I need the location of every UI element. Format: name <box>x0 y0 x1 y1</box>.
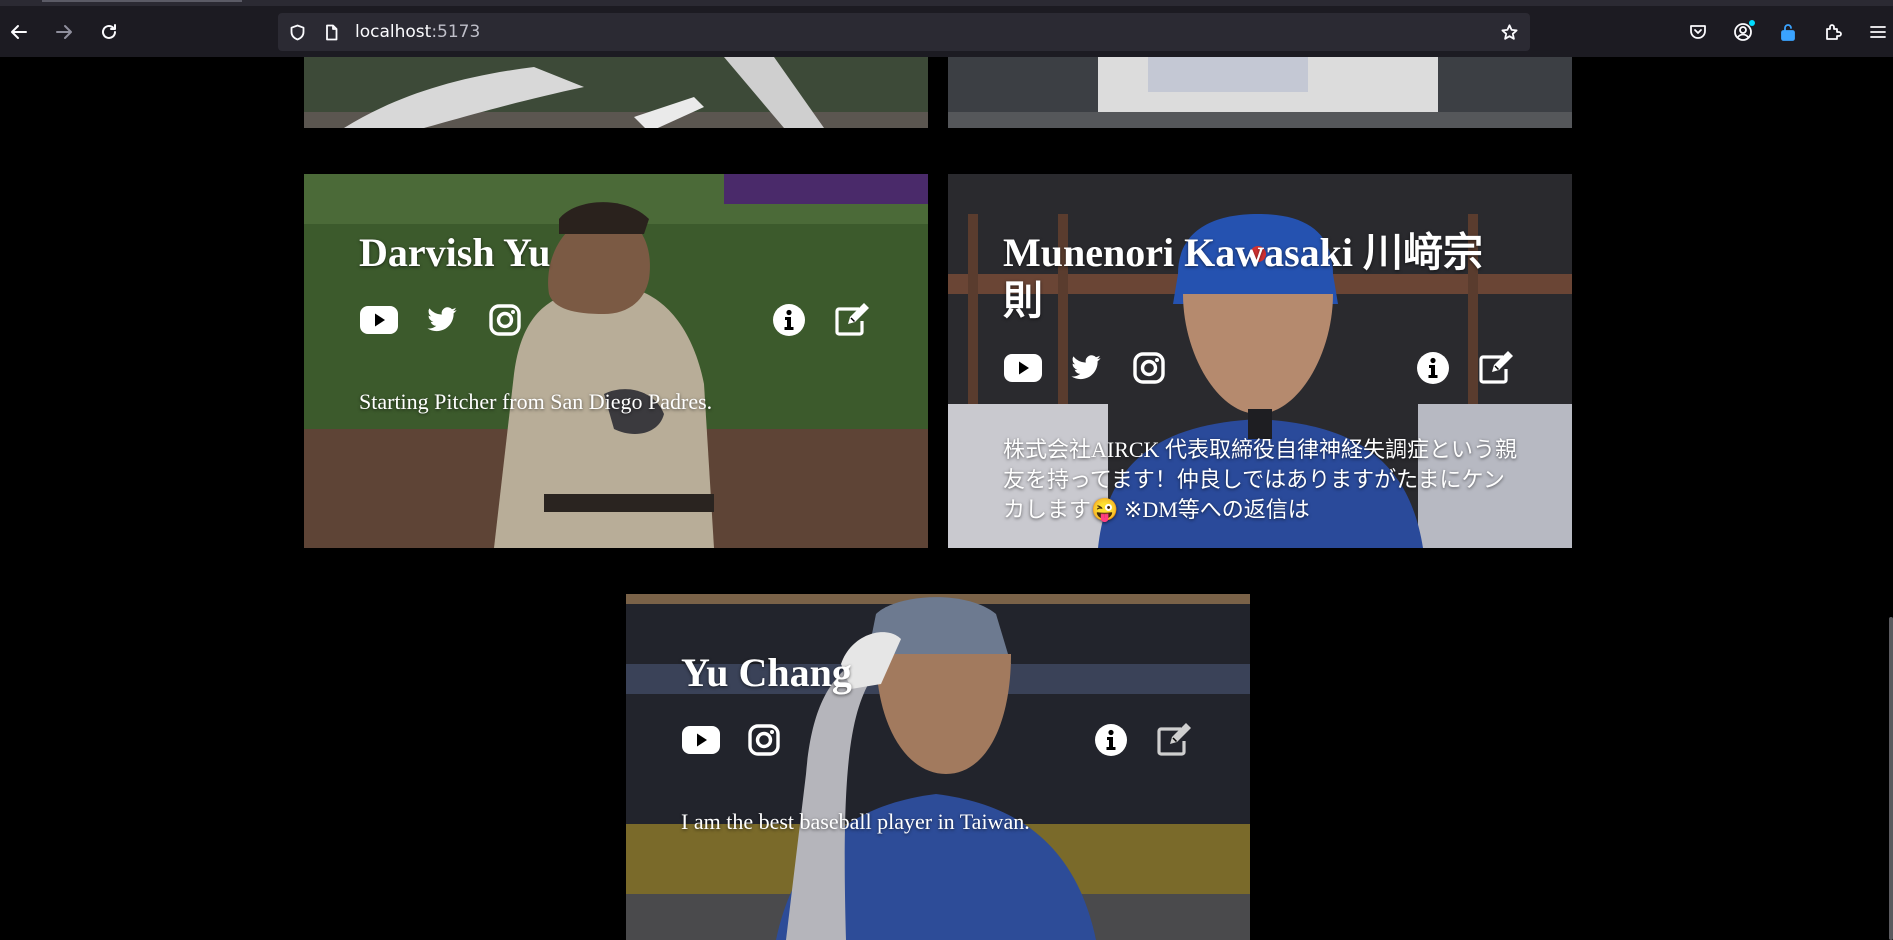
bookmark-star-icon[interactable] <box>1499 22 1519 42</box>
player-card: Yu Chang I am the best baseball player i… <box>626 594 1250 940</box>
extensions-icon[interactable] <box>1817 16 1849 48</box>
twitter-icon[interactable] <box>422 301 462 339</box>
unlock-icon[interactable] <box>1772 16 1804 48</box>
edit-icon[interactable] <box>1154 721 1194 759</box>
tab-strip <box>0 0 1893 6</box>
player-description: Starting Pitcher from San Diego Padres. <box>359 389 713 414</box>
player-description: 株式会社AIRCK 代表取締役自律神経失調症という親友を持ってます！仲良しではあ… <box>1003 437 1517 522</box>
player-photo <box>304 57 928 128</box>
menu-icon[interactable] <box>1862 16 1893 48</box>
player-card: Darvish Yu Starting Pitcher from San Die… <box>304 174 928 548</box>
page-scrollbar[interactable] <box>1889 617 1893 940</box>
pocket-icon[interactable] <box>1682 16 1714 48</box>
forward-arrow-icon <box>56 25 72 39</box>
instagram-icon[interactable] <box>1129 349 1169 387</box>
player-links <box>681 721 1195 759</box>
browser-toolbar: localhost:5173 <box>0 0 1893 58</box>
player-description: I am the best baseball player in Taiwan. <box>681 809 1030 834</box>
player-name: Munenori Kawasaki 川﨑宗則 <box>1003 230 1484 323</box>
player-card: Munenori Kawasaki 川﨑宗則 株式会社AIRCK 代表取締役自律… <box>948 174 1572 548</box>
player-card-partial-right <box>948 57 1572 128</box>
account-icon[interactable] <box>1727 16 1759 48</box>
page-icon <box>321 22 341 42</box>
info-icon[interactable] <box>1091 721 1131 759</box>
url-text[interactable]: localhost:5173 <box>355 22 480 42</box>
player-name: Darvish Yu <box>359 230 551 275</box>
info-icon[interactable] <box>1413 349 1453 387</box>
youtube-icon[interactable] <box>1003 349 1043 387</box>
info-icon[interactable] <box>769 301 809 339</box>
twitter-icon[interactable] <box>1066 349 1106 387</box>
address-bar[interactable]: localhost:5173 <box>278 13 1530 51</box>
back-button[interactable] <box>3 16 35 48</box>
player-name: Yu Chang <box>681 650 852 695</box>
edit-icon[interactable] <box>832 301 872 339</box>
youtube-icon[interactable] <box>359 301 399 339</box>
youtube-icon[interactable] <box>681 721 721 759</box>
forward-button[interactable] <box>48 16 80 48</box>
instagram-icon[interactable] <box>485 301 525 339</box>
player-links <box>1003 349 1517 387</box>
reload-button[interactable] <box>93 16 125 48</box>
shield-icon[interactable] <box>287 22 307 42</box>
instagram-icon[interactable] <box>744 721 784 759</box>
reload-icon <box>102 24 116 39</box>
page-viewport: Darvish Yu Starting Pitcher from San Die… <box>0 57 1893 940</box>
player-photo <box>948 57 1572 128</box>
player-links <box>359 301 873 339</box>
back-arrow-icon <box>11 25 27 39</box>
edit-icon[interactable] <box>1476 349 1516 387</box>
player-card-partial-left <box>304 57 928 128</box>
